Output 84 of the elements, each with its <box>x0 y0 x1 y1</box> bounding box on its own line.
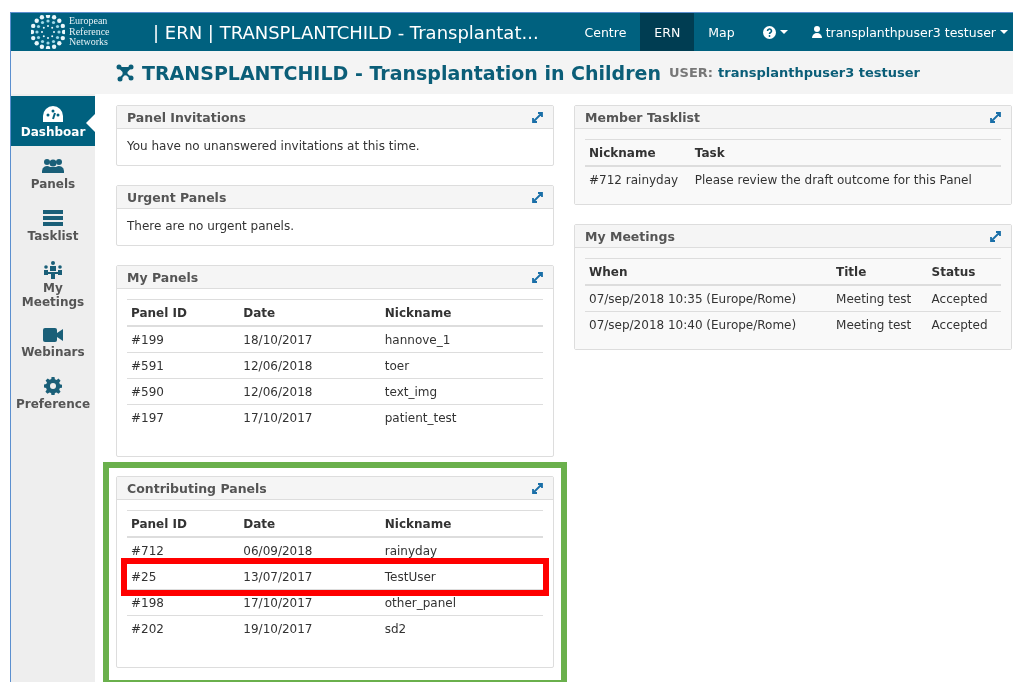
table-cell: #198 <box>127 589 240 616</box>
people-icon <box>42 157 64 175</box>
column-header: Panel ID <box>127 299 240 326</box>
user-menu[interactable]: transplanthpuser3 testuser <box>801 13 1013 51</box>
column-header: Date <box>239 299 381 326</box>
page-title: TRANSPLANTCHILD - Transplantation in Children <box>142 61 661 84</box>
column-header: Panel ID <box>127 510 240 537</box>
network-icon <box>116 63 134 82</box>
table-cell: 12/06/2018 <box>239 352 381 379</box>
table-cell: 06/09/2018 <box>239 537 381 564</box>
expand-icon[interactable] <box>532 111 543 123</box>
sidebar-item[interactable]: Tasklist <box>11 200 95 250</box>
table-cell: 17/10/2017 <box>239 589 381 616</box>
meeting-icon <box>43 261 63 279</box>
panel-title: My Panels <box>127 269 199 285</box>
column-header: Date <box>239 510 381 537</box>
column-header: Status <box>927 258 1001 285</box>
column-header: Nickname <box>380 299 543 326</box>
expand-icon[interactable] <box>990 230 1001 242</box>
table-cell: #591 <box>127 352 240 379</box>
sidebar-item[interactable]: My Meetings <box>11 252 95 316</box>
table-cell: #25 <box>127 563 240 590</box>
video-camera-icon <box>42 327 64 343</box>
table-cell: 18/10/2017 <box>239 326 381 353</box>
column-header: Task <box>690 139 1001 166</box>
sidebar-item[interactable]: Preference <box>11 368 95 418</box>
panel-title: My Meetings <box>585 228 675 244</box>
user-name: transplanthpuser3 testuser <box>718 65 920 80</box>
user-label: USER: <box>669 65 713 80</box>
caret-icon <box>1000 30 1008 34</box>
table-cell: Please review the draft outcome for this Panel <box>690 166 1001 192</box>
panel-message: You have no unanswered invitations at this time. <box>127 139 421 153</box>
column-header: Nickname <box>585 139 691 166</box>
sidebar-item[interactable]: Panels <box>11 148 95 198</box>
table-cell: Meeting test <box>832 285 928 312</box>
table-cell: 12/06/2018 <box>239 378 381 405</box>
table-cell: patient_test <box>380 404 543 430</box>
table-cell: 17/10/2017 <box>239 404 381 430</box>
table-cell: text_img <box>380 378 543 405</box>
expand-icon[interactable] <box>532 191 543 203</box>
table-cell: rainyday <box>380 537 543 564</box>
nav-link[interactable]: ERN <box>640 13 695 51</box>
table-cell: sd2 <box>380 615 543 641</box>
sidebar-item[interactable]: Dashboar <box>11 96 95 146</box>
nav-link[interactable]: Centre <box>570 13 641 51</box>
table-cell: #712 <box>127 537 240 564</box>
column-header: Title <box>832 258 928 285</box>
settings-icon <box>44 377 62 395</box>
table-cell: 19/10/2017 <box>239 615 381 641</box>
expand-icon[interactable] <box>532 271 543 283</box>
logo-icon <box>31 15 65 49</box>
user-icon <box>811 26 822 38</box>
table-cell: hannove_1 <box>380 326 543 353</box>
table-cell: #199 <box>127 326 240 353</box>
table-cell: Accepted <box>927 311 1001 337</box>
table-cell: other_panel <box>380 589 543 616</box>
list-icon <box>42 209 64 227</box>
table-cell: 07/sep/2018 10:35 (Europe/Rome) <box>585 285 833 312</box>
column-header: When <box>585 258 833 285</box>
table-cell: #202 <box>127 615 240 641</box>
panel-title: Member Tasklist <box>585 109 700 125</box>
panel-message: There are no urgent panels. <box>127 219 295 233</box>
panel-title: Panel Invitations <box>127 109 246 125</box>
panel-title: Urgent Panels <box>127 189 227 205</box>
table-cell: #590 <box>127 378 240 405</box>
help-icon <box>762 25 776 39</box>
app-title: | ERN | TRANSPLANTCHILD - Transplantat... <box>152 20 540 45</box>
column-header: Nickname <box>380 510 543 537</box>
expand-icon[interactable] <box>990 111 1001 123</box>
expand-icon[interactable] <box>532 482 543 494</box>
table-cell: #712 rainyday <box>585 166 691 192</box>
table-cell: 07/sep/2018 10:40 (Europe/Rome) <box>585 311 833 337</box>
table-cell: TestUser <box>380 563 543 590</box>
panel-title: Contributing Panels <box>127 480 267 496</box>
table-cell: Meeting test <box>832 311 928 337</box>
table-cell: #197 <box>127 404 240 430</box>
sidebar-item[interactable]: Webinars <box>11 318 95 366</box>
brand-text: European Reference Networks <box>69 16 110 48</box>
caret-icon <box>779 30 788 34</box>
gauge-icon <box>42 105 64 123</box>
table-cell: Accepted <box>927 285 1001 312</box>
table-cell: 13/07/2017 <box>239 563 381 590</box>
nav-link[interactable]: Map <box>694 13 749 51</box>
table-cell: toer <box>380 352 543 379</box>
